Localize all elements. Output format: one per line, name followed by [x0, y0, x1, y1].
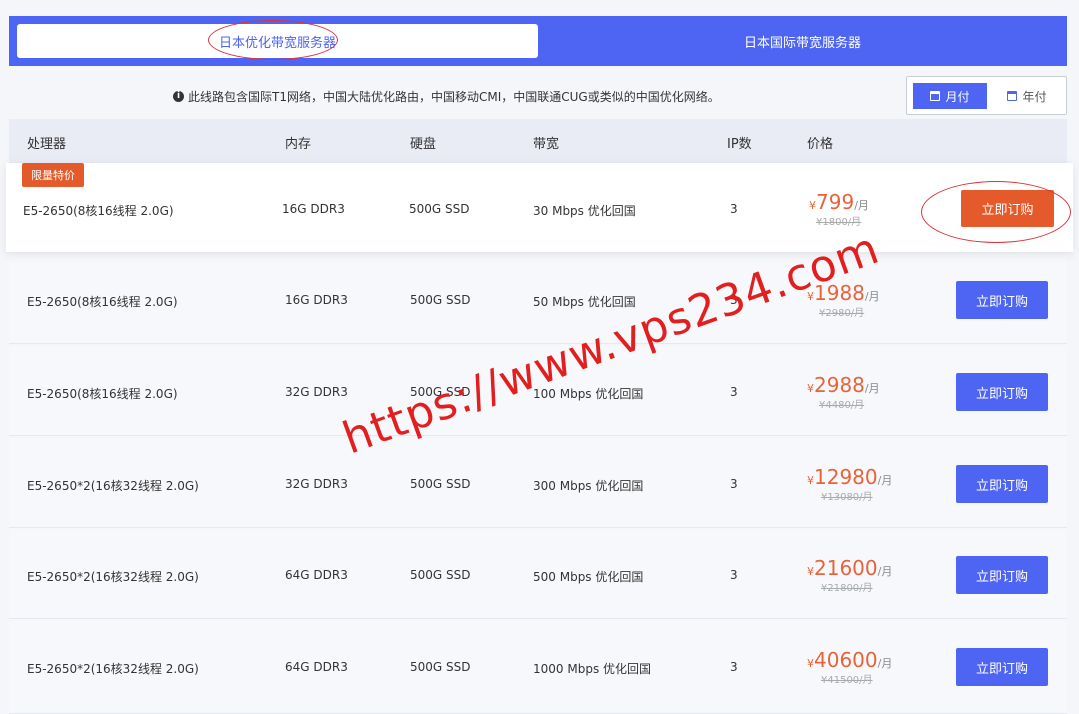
calendar-icon	[1007, 91, 1018, 101]
order-button[interactable]: 立即订购	[956, 648, 1048, 686]
price: ¥799/月	[809, 190, 869, 214]
col-cpu: 处理器	[27, 137, 67, 152]
table-row: E5-2650*2(16核32线程 2.0G) 64G DDR3 500G SS…	[9, 621, 1067, 714]
col-disk: 硬盘	[410, 137, 437, 152]
info-icon: i	[173, 91, 184, 102]
table-row: E5-2650*2(16核32线程 2.0G) 32G DDR3 500G SS…	[9, 438, 1067, 528]
ip-cell: 3	[730, 293, 738, 307]
order-button[interactable]: 立即订购	[956, 556, 1048, 594]
disk-cell: 500G SSD	[410, 293, 471, 307]
memory-cell: 16G DDR3	[285, 293, 348, 307]
col-bandwidth: 带宽	[533, 137, 560, 152]
product-tab-bar: 日本优化带宽服务器 日本国际带宽服务器	[9, 16, 1067, 66]
disk-cell: 500G SSD	[410, 385, 471, 399]
disk-cell: 500G SSD	[410, 660, 471, 674]
memory-cell: 32G DDR3	[285, 477, 348, 491]
billing-month-button[interactable]: 月付	[913, 83, 987, 109]
col-memory: 内存	[285, 137, 312, 152]
ip-cell: 3	[730, 477, 738, 491]
limited-offer-badge: 限量特价	[22, 163, 84, 187]
calendar-icon	[930, 91, 941, 101]
original-price: ¥41500/月	[821, 675, 873, 686]
cpu-cell: E5-2650(8核16线程 2.0G)	[23, 204, 174, 218]
memory-cell: 64G DDR3	[285, 568, 348, 582]
memory-cell: 64G DDR3	[285, 660, 348, 674]
disk-cell: 500G SSD	[409, 202, 470, 216]
billing-cycle-toggle: 月付 年付	[906, 76, 1067, 115]
notice-text: 此线路包含国际T1网络，中国大陆优化路由，中国移动CMI，中国联通CUG或类似的…	[188, 90, 720, 104]
price: ¥2988/月	[807, 373, 880, 397]
bandwidth-cell: 50 Mbps 优化回国	[533, 295, 636, 309]
original-price: ¥4480/月	[819, 400, 865, 411]
table-row: 限量特价 E5-2650(8核16线程 2.0G) 16G DDR3 500G …	[6, 163, 1073, 253]
col-price: 价格	[807, 137, 834, 152]
table-row: E5-2650(8核16线程 2.0G) 32G DDR3 500G SSD 1…	[9, 346, 1067, 436]
order-button[interactable]: 立即订购	[956, 465, 1048, 503]
billing-year-button[interactable]: 年付	[991, 83, 1063, 109]
ip-cell: 3	[730, 660, 738, 674]
bandwidth-cell: 500 Mbps 优化回国	[533, 570, 644, 584]
table-header: 处理器 内存 硬盘 带宽 IP数 价格	[9, 119, 1067, 163]
table-row: E5-2650(8核16线程 2.0G) 16G DDR3 500G SSD 5…	[9, 254, 1067, 344]
ip-cell: 3	[730, 568, 738, 582]
table-row: E5-2650*2(16核32线程 2.0G) 64G DDR3 500G SS…	[9, 529, 1067, 619]
bandwidth-cell: 100 Mbps 优化回国	[533, 387, 644, 401]
tab-japan-international[interactable]: 日本国际带宽服务器	[538, 16, 1067, 66]
bandwidth-cell: 30 Mbps 优化回国	[533, 204, 636, 218]
cpu-cell: E5-2650*2(16核32线程 2.0G)	[27, 662, 199, 676]
memory-cell: 32G DDR3	[285, 385, 348, 399]
order-button[interactable]: 立即订购	[961, 190, 1054, 227]
cpu-cell: E5-2650*2(16核32线程 2.0G)	[27, 570, 199, 584]
line-notice: i 此线路包含国际T1网络，中国大陆优化路由，中国移动CMI，中国联通CUG或类…	[173, 88, 720, 105]
original-price: ¥13080/月	[821, 492, 873, 503]
col-ip: IP数	[727, 137, 752, 152]
bandwidth-cell: 300 Mbps 优化回国	[533, 479, 644, 493]
price: ¥40600/月	[807, 648, 893, 672]
original-price: ¥1800/月	[816, 217, 862, 228]
disk-cell: 500G SSD	[410, 568, 471, 582]
original-price: ¥2980/月	[819, 308, 865, 319]
ip-cell: 3	[730, 202, 738, 216]
disk-cell: 500G SSD	[410, 477, 471, 491]
cpu-cell: E5-2650(8核16线程 2.0G)	[27, 387, 178, 401]
price: ¥21600/月	[807, 556, 893, 580]
memory-cell: 16G DDR3	[282, 202, 345, 216]
order-button[interactable]: 立即订购	[956, 281, 1048, 319]
order-button[interactable]: 立即订购	[956, 373, 1048, 411]
bandwidth-cell: 1000 Mbps 优化回国	[533, 662, 652, 676]
cpu-cell: E5-2650*2(16核32线程 2.0G)	[27, 479, 199, 493]
ip-cell: 3	[730, 385, 738, 399]
tab-japan-optimized[interactable]: 日本优化带宽服务器	[17, 24, 538, 58]
price: ¥12980/月	[807, 465, 893, 489]
cpu-cell: E5-2650(8核16线程 2.0G)	[27, 295, 178, 309]
original-price: ¥21800/月	[821, 583, 873, 594]
price: ¥1988/月	[807, 281, 880, 305]
